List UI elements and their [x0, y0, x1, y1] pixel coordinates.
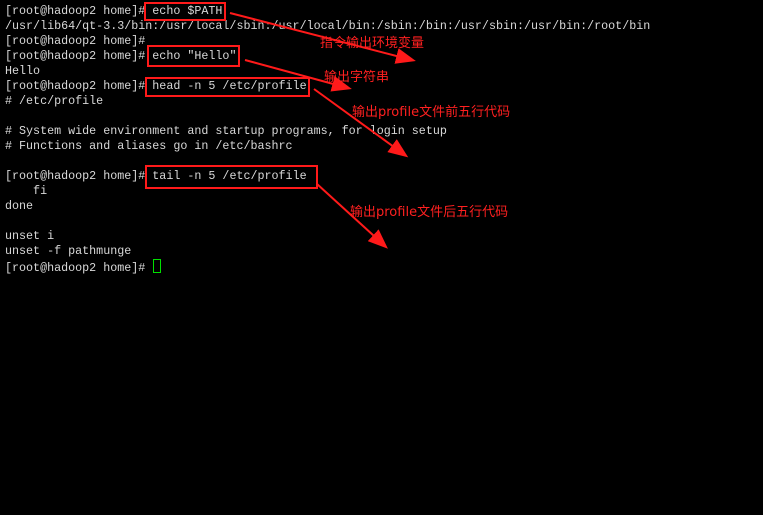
terminal-window[interactable]: [root@hadoop2 home]# echo $PATH/usr/lib6…: [0, 0, 763, 515]
annotation-label: 指令输出环境变量: [320, 36, 425, 51]
highlight-box-echo-hello: [147, 45, 240, 67]
arrow-3: [313, 88, 409, 158]
annotation-label: 输出字符串: [324, 70, 390, 85]
annotation-label: 输出profile文件后五行代码: [350, 205, 509, 220]
highlight-box-tail: [145, 165, 318, 189]
annotation-label: 输出profile文件前五行代码: [352, 105, 511, 120]
highlight-box-echo-path: [144, 2, 226, 21]
highlight-box-head: [145, 77, 310, 97]
